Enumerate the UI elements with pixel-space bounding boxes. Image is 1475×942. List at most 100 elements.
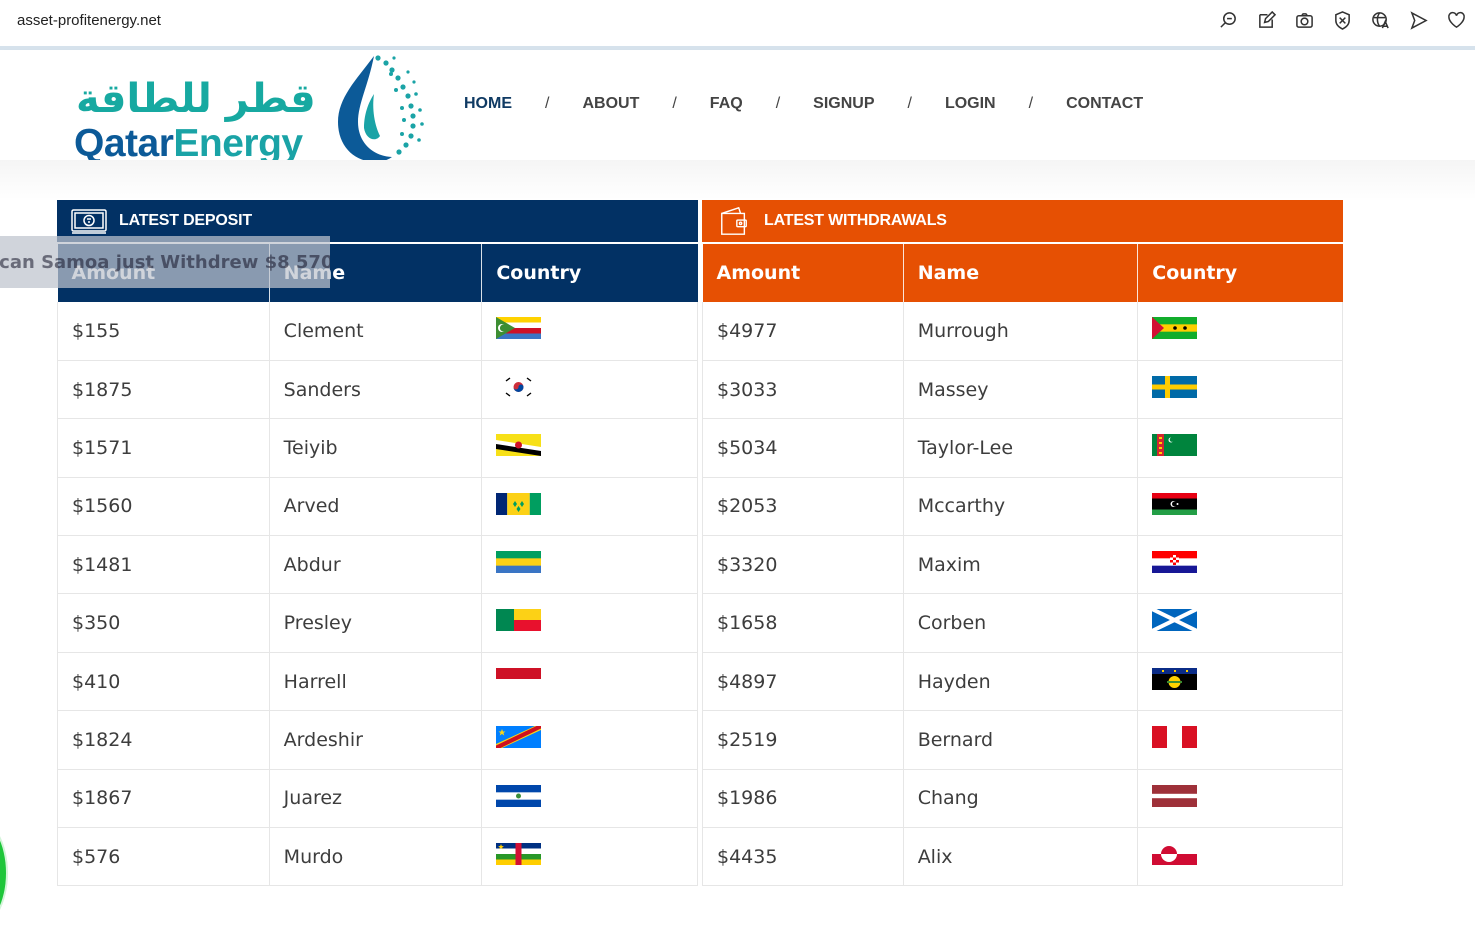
brunei-flag-icon (496, 434, 697, 457)
country-cell (1137, 535, 1343, 595)
table-row: $350 Presley (57, 593, 698, 653)
withdrawals-table-header: Amount Name Country (702, 242, 1343, 302)
country-cell (1137, 477, 1343, 537)
croatia-flag-icon (1152, 551, 1342, 574)
name-cell: Sanders (269, 360, 483, 420)
nav-separator: / (545, 95, 550, 112)
name-cell: Teiyib (269, 418, 483, 478)
scotland-flag-icon (1152, 609, 1342, 632)
camera-icon[interactable] (1294, 10, 1315, 31)
country-cell (1137, 418, 1343, 478)
deposit-title-text: LATEST DEPOSIT (119, 212, 252, 229)
country-cell (1137, 769, 1343, 829)
withdrawals-panel-title: LATEST WITHDRAWALS (702, 200, 1343, 242)
name-cell: Harrell (269, 652, 483, 712)
country-cell (481, 827, 698, 887)
name-cell: Hayden (903, 652, 1139, 712)
favorite-icon[interactable] (1446, 10, 1467, 31)
amount-cell: $1824 (57, 710, 270, 770)
libya-flag-icon (1152, 492, 1342, 515)
column-header-country: Country (481, 242, 698, 302)
table-row: $1824 Ardeshir (57, 710, 698, 770)
table-row: $5034 Taylor-Lee (702, 418, 1343, 478)
table-row: $410 Harrell (57, 652, 698, 712)
table-row: $2519 Bernard (702, 710, 1343, 770)
amount-cell: $1571 (57, 418, 270, 478)
site-logo[interactable]: قطر للطاقة QatarEnergy (72, 50, 432, 165)
amount-cell: $5034 (702, 418, 904, 478)
name-cell: Murdo (269, 827, 483, 887)
header-shadow-band (0, 160, 1475, 200)
nav-separator: / (1028, 95, 1034, 112)
table-row: $1560 Arved (57, 477, 698, 537)
send-icon[interactable] (1408, 10, 1429, 31)
main-nav: HOME / ABOUT / FAQ / SIGNUP / LOGIN / CO… (464, 95, 1143, 113)
country-cell (1137, 360, 1343, 420)
chat-widget-button[interactable] (0, 820, 6, 926)
nav-separator: / (775, 95, 781, 112)
turkmenistan-flag-icon (1152, 434, 1342, 457)
withdrawals-table: Amount Name Country $4977 Murrough $3033 Ma… (702, 242, 1343, 887)
country-cell (481, 652, 698, 712)
country-cell (1137, 652, 1343, 712)
withdraw-notification-toast: ican Samoa just Withdrew $8 570.24 (0, 236, 330, 288)
logo-arabic-text: قطر للطاقة (76, 76, 317, 122)
country-cell (481, 477, 698, 537)
name-cell: Chang (903, 769, 1139, 829)
south-korea-flag-icon (496, 375, 697, 398)
country-cell (481, 769, 698, 829)
address-url[interactable]: asset-profitenergy.net (17, 12, 161, 29)
amount-cell: $576 (57, 827, 270, 887)
country-cell (481, 302, 698, 361)
name-cell: Alix (903, 827, 1139, 887)
name-cell: Abdur (269, 535, 483, 595)
nav-signup[interactable]: SIGNUP (813, 95, 874, 113)
amount-cell: $1986 (702, 769, 904, 829)
translate-icon[interactable] (1370, 10, 1391, 31)
wallet-icon (716, 206, 752, 236)
gabon-flag-icon (496, 551, 697, 574)
table-row: $1481 Abdur (57, 535, 698, 595)
comoros-flag-icon (496, 317, 697, 339)
country-cell (481, 710, 698, 770)
column-header-name: Name (903, 242, 1139, 302)
table-row: $576 Murdo (57, 827, 698, 887)
country-cell (1137, 710, 1343, 770)
column-header-country: Country (1137, 242, 1343, 302)
table-row: $1658 Corben (702, 593, 1343, 653)
nav-faq[interactable]: FAQ (710, 95, 743, 113)
sweden-flag-icon (1152, 375, 1342, 398)
nav-about[interactable]: ABOUT (582, 95, 639, 113)
search-page-icon[interactable] (1218, 10, 1239, 31)
nav-contact[interactable]: CONTACT (1066, 95, 1143, 113)
amount-cell: $410 (57, 652, 270, 712)
country-cell (481, 418, 698, 478)
amount-cell: $3320 (702, 535, 904, 595)
name-cell: Arved (269, 477, 483, 537)
guadeloupe-flag-icon (1152, 667, 1342, 690)
table-row: $3320 Maxim (702, 535, 1343, 595)
nav-home[interactable]: HOME (464, 95, 512, 113)
amount-cell: $155 (57, 302, 270, 361)
name-cell: Taylor-Lee (903, 418, 1139, 478)
greenland-flag-icon (1152, 843, 1342, 866)
table-row: $1875 Sanders (57, 360, 698, 420)
amount-cell: $1481 (57, 535, 270, 595)
name-cell: Bernard (903, 710, 1139, 770)
el-salvador-flag-icon (496, 784, 697, 807)
edit-icon[interactable] (1256, 10, 1277, 31)
nav-login[interactable]: LOGIN (945, 95, 996, 113)
name-cell: Corben (903, 593, 1139, 653)
table-row: $155 Clement (57, 302, 698, 361)
browser-toolbar (1218, 10, 1467, 31)
table-row: $3033 Massey (702, 360, 1343, 420)
table-row: $2053 Mccarthy (702, 477, 1343, 537)
amount-cell: $1560 (57, 477, 270, 537)
block-icon[interactable] (1332, 10, 1353, 31)
sao-tome-flag-icon (1152, 317, 1342, 339)
table-row: $1867 Juarez (57, 769, 698, 829)
table-row: $4435 Alix (702, 827, 1343, 887)
amount-cell: $2519 (702, 710, 904, 770)
deposit-table: Amount Name Country $155Clement$1875Sand… (57, 242, 698, 887)
browser-bar: asset-profitenergy.net (0, 0, 1475, 46)
